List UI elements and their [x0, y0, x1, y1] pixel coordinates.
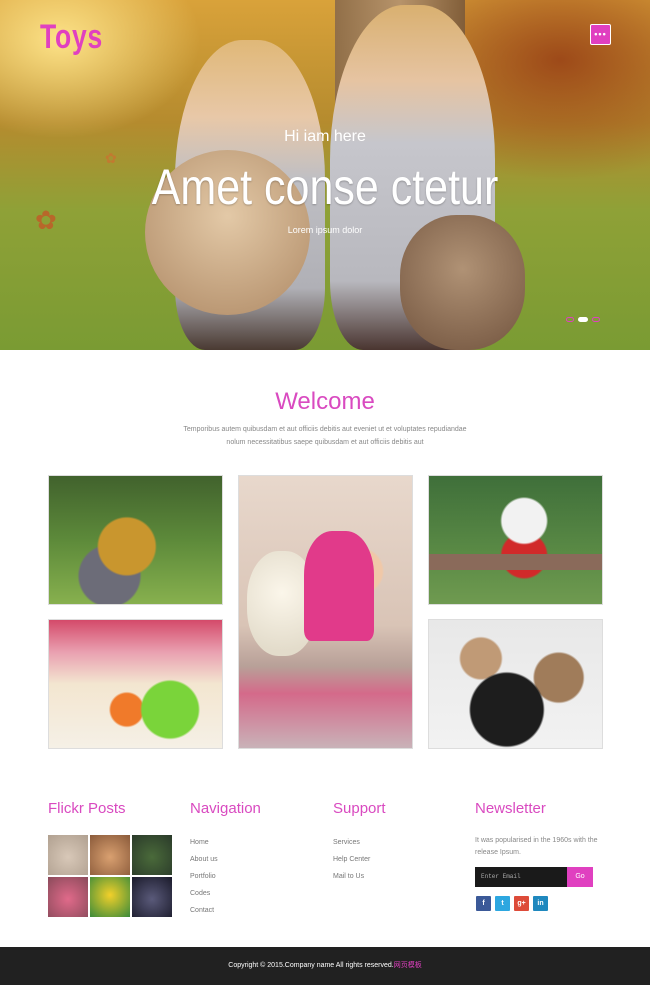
- twitter-icon[interactable]: t: [495, 896, 510, 911]
- nav-link-codes[interactable]: Codes: [190, 885, 218, 902]
- nav-link-about[interactable]: About us: [190, 851, 218, 868]
- nav-link-home[interactable]: Home: [190, 834, 218, 851]
- facebook-icon[interactable]: f: [476, 896, 491, 911]
- navigation-title: Navigation: [190, 800, 261, 817]
- subscribe-button[interactable]: Go: [567, 867, 593, 887]
- copyright-bar: Copyright © 2015.Company name All rights…: [0, 947, 650, 985]
- hero-banner: ✿ ✿ Toys ••• Hi iam here Amet conse ctet…: [0, 0, 650, 350]
- flickr-grid: [48, 835, 174, 917]
- flickr-thumb[interactable]: [132, 877, 172, 917]
- slider-dot[interactable]: [592, 317, 600, 322]
- copyright-brand-link[interactable]: 网页模板: [394, 962, 422, 969]
- gallery-image-mouse-toy[interactable]: [428, 475, 603, 605]
- menu-button[interactable]: •••: [590, 24, 611, 45]
- support-link-mail[interactable]: Mail to Us: [333, 868, 370, 885]
- flickr-thumb[interactable]: [132, 835, 172, 875]
- welcome-text: Temporibus autem quibusdam et aut offici…: [183, 426, 467, 446]
- flickr-thumb[interactable]: [48, 835, 88, 875]
- support-link-services[interactable]: Services: [333, 834, 370, 851]
- flickr-thumb[interactable]: [90, 835, 130, 875]
- more-dots-icon: •••: [594, 29, 607, 39]
- gallery-image-girl-with-bear[interactable]: [238, 475, 413, 749]
- slider-dots: [566, 317, 600, 322]
- support-link-help[interactable]: Help Center: [333, 851, 370, 868]
- copyright-text: Copyright © 2015.Company name All rights…: [228, 962, 394, 969]
- flickr-title: Flickr Posts: [48, 800, 126, 817]
- flickr-thumb[interactable]: [90, 877, 130, 917]
- hero-title: Amet conse ctetur: [151, 159, 499, 215]
- navigation-list: Home About us Portfolio Codes Contact: [190, 834, 218, 919]
- rail: [429, 554, 602, 570]
- google-plus-icon[interactable]: g+: [514, 896, 529, 911]
- email-input[interactable]: Enter Email: [475, 867, 567, 887]
- gallery-image-plush-toys[interactable]: [48, 475, 223, 605]
- support-title: Support: [333, 800, 386, 817]
- slider-dot[interactable]: [566, 317, 574, 322]
- welcome-title: Welcome: [275, 388, 375, 415]
- support-list: Services Help Center Mail to Us: [333, 834, 370, 885]
- gallery-image-playmobil[interactable]: [48, 619, 223, 749]
- flickr-thumb[interactable]: [48, 877, 88, 917]
- newsletter-title: Newsletter: [475, 800, 546, 817]
- gallery-image-bears-gifts[interactable]: [428, 619, 603, 749]
- social-links: f t g+ in: [476, 896, 548, 911]
- newsletter-text: It was popularised in the 1960s with the…: [475, 837, 598, 856]
- teddy-bear-right: [400, 215, 525, 350]
- girl-in-pink: [304, 531, 374, 641]
- nav-link-contact[interactable]: Contact: [190, 902, 218, 919]
- hero-subtitle: Lorem ipsum dolor: [287, 225, 363, 235]
- slider-dot-active[interactable]: [578, 317, 588, 322]
- site-logo[interactable]: Toys: [40, 18, 103, 57]
- nav-link-portfolio[interactable]: Portfolio: [190, 868, 218, 885]
- hero-small-text: Hi iam here: [284, 128, 366, 145]
- linkedin-icon[interactable]: in: [533, 896, 548, 911]
